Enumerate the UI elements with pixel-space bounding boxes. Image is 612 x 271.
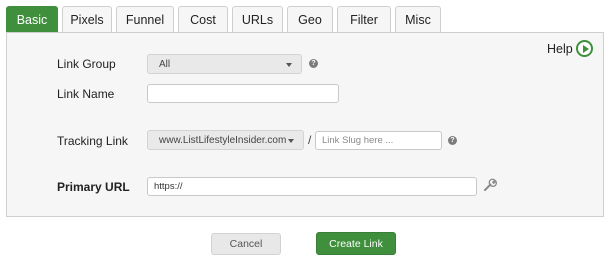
basic-settings-panel: Help Link Group All ? Link Name Tracking… xyxy=(6,32,604,217)
chevron-down-icon xyxy=(286,63,292,67)
tab-basic[interactable]: Basic xyxy=(6,6,58,33)
cancel-button[interactable]: Cancel xyxy=(211,233,281,255)
link-group-value: All xyxy=(159,58,171,70)
link-slug-input[interactable] xyxy=(315,131,442,150)
primary-url-label: Primary URL xyxy=(57,180,130,194)
create-link-button[interactable]: Create Link xyxy=(316,232,396,255)
wrench-icon[interactable] xyxy=(483,178,497,192)
tab-bar: Basic Pixels Funnel Cost URLs Geo Filter… xyxy=(6,6,445,33)
tracking-domain-value: www.ListLifestyleInsider.com xyxy=(159,134,287,146)
tracking-domain-select[interactable]: www.ListLifestyleInsider.com xyxy=(147,130,304,150)
tab-urls[interactable]: URLs xyxy=(232,6,283,32)
link-name-input[interactable] xyxy=(147,84,339,103)
path-separator: / xyxy=(308,133,312,147)
chevron-down-icon xyxy=(288,139,294,143)
tab-cost[interactable]: Cost xyxy=(178,6,228,32)
question-circle-icon[interactable]: ? xyxy=(309,59,318,68)
link-name-label: Link Name xyxy=(57,87,115,101)
link-group-select[interactable]: All xyxy=(147,54,302,74)
tab-funnel[interactable]: Funnel xyxy=(116,6,174,32)
tab-misc[interactable]: Misc xyxy=(395,6,441,32)
link-group-label: Link Group xyxy=(57,57,116,71)
primary-url-input[interactable] xyxy=(147,177,477,196)
tab-pixels[interactable]: Pixels xyxy=(62,6,112,32)
question-circle-icon[interactable]: ? xyxy=(448,136,457,145)
help-link[interactable]: Help xyxy=(547,42,573,56)
play-circle-icon[interactable] xyxy=(576,40,593,57)
tracking-link-label: Tracking Link xyxy=(57,134,128,148)
tab-filter[interactable]: Filter xyxy=(337,6,391,32)
tab-geo[interactable]: Geo xyxy=(287,6,333,32)
